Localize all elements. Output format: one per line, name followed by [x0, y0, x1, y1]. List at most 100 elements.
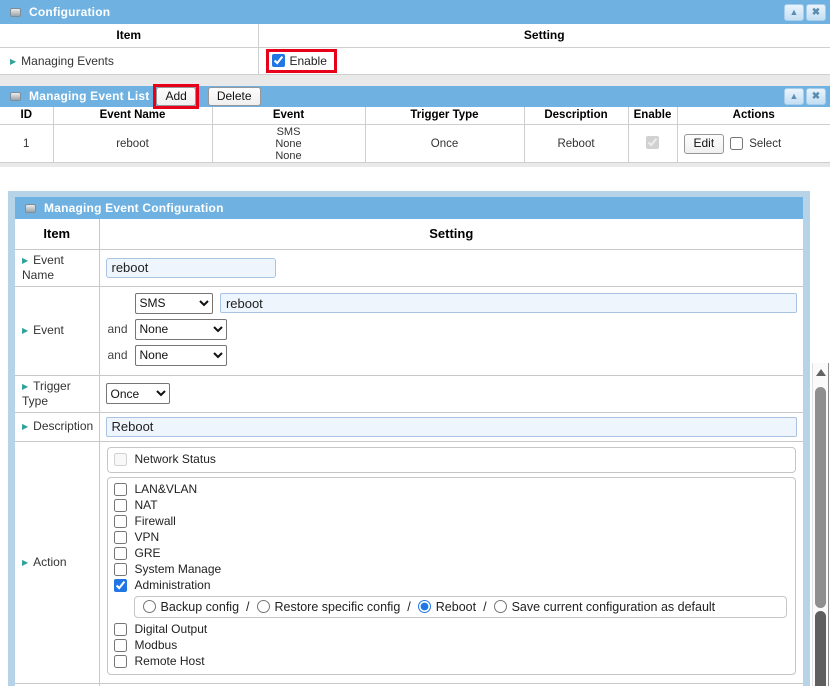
panel-title: Managing Event List — [29, 89, 149, 103]
event-and-select-1[interactable]: None — [135, 319, 227, 340]
action-option-modbus[interactable]: Modbus — [114, 638, 790, 653]
edit-button[interactable]: Edit — [684, 134, 725, 154]
administration-checkbox[interactable] — [114, 579, 127, 592]
gre-checkbox[interactable] — [114, 547, 127, 560]
and-label: and — [106, 322, 128, 336]
event-list-header: Managing Event List Add Delete ▲ ✖ — [0, 86, 830, 107]
reboot-radio[interactable] — [418, 600, 431, 613]
screen: Configuration ▲ ✖ Item Setting ▶Managing… — [0, 0, 830, 686]
triangle-bullet-icon: ▶ — [22, 382, 28, 391]
collapse-icon[interactable]: ▲ — [784, 4, 804, 21]
scrollbar-thumb-lower[interactable] — [815, 611, 826, 686]
vpn-checkbox[interactable] — [114, 531, 127, 544]
collapse-icon[interactable]: ▲ — [784, 88, 804, 105]
option-separator: / — [483, 600, 486, 614]
event-type-select[interactable]: SMS — [135, 293, 213, 314]
remote-host-checkbox[interactable] — [114, 655, 127, 668]
event-value-input[interactable] — [220, 293, 797, 313]
nat-checkbox[interactable] — [114, 499, 127, 512]
triangle-bullet-icon: ▶ — [22, 558, 28, 567]
highlight-box-add: Add — [153, 84, 198, 109]
enable-label: Enable — [290, 54, 327, 68]
action-setting: Network Status LAN&VLAN NAT — [99, 441, 803, 683]
action-option-lanvlan[interactable]: LAN&VLAN — [114, 482, 790, 497]
table-header-row: ID Event Name Event Trigger Type Descrip… — [0, 107, 830, 125]
action-option-system-manage[interactable]: System Manage — [114, 562, 790, 577]
administration-options-box: Backup config / Restore specific config … — [134, 596, 788, 618]
radio-reboot[interactable]: Reboot — [418, 600, 476, 614]
system-manage-checkbox[interactable] — [114, 563, 127, 576]
action-option-nat[interactable]: NAT — [114, 498, 790, 513]
radio-restore-specific-config[interactable]: Restore specific config — [257, 600, 401, 614]
event-config-section: Managing Event Configuration Item Settin… — [0, 191, 830, 686]
managing-events-enable-checkbox[interactable] — [272, 54, 285, 67]
event-type-line: SMS — [106, 293, 798, 314]
event-name-setting — [99, 249, 803, 286]
cell-trigger-type: Once — [365, 125, 524, 163]
event-config-table: Item Setting ▶Event Name ▶Event — [15, 219, 803, 686]
event-setting: SMS and None and — [99, 286, 803, 375]
radio-save-current-config[interactable]: Save current configuration as default — [494, 600, 716, 614]
row-select-checkbox[interactable] — [730, 137, 743, 150]
delete-button[interactable]: Delete — [208, 87, 261, 106]
spacer — [0, 167, 830, 191]
configuration-table: Item Setting ▶Managing Events Enable — [0, 24, 830, 75]
event-and-line: and None — [106, 345, 798, 366]
table-row: 1 reboot SMS None None Once Reboot Edit … — [0, 125, 830, 163]
trigger-type-label: ▶Trigger Type — [15, 375, 99, 412]
column-header-item: Item — [15, 219, 99, 249]
column-header-event: Event — [212, 107, 365, 125]
close-icon[interactable]: ✖ — [806, 4, 826, 21]
event-name-input[interactable] — [106, 258, 276, 278]
managing-events-row: ▶Managing Events Enable — [0, 47, 830, 74]
event-label: ▶Event — [15, 286, 99, 375]
backup-config-radio[interactable] — [143, 600, 156, 613]
event-list-panel: Managing Event List Add Delete ▲ ✖ ID Ev… — [0, 86, 830, 168]
action-option-gre[interactable]: GRE — [114, 546, 790, 561]
scrollbar-up-arrow-icon[interactable] — [816, 369, 826, 376]
restore-config-radio[interactable] — [257, 600, 270, 613]
trigger-type-row: ▶Trigger Type Once — [15, 375, 803, 412]
firewall-checkbox[interactable] — [114, 515, 127, 528]
event-config-header: Managing Event Configuration — [15, 197, 803, 219]
column-header-enable: Enable — [628, 107, 677, 125]
action-option-administration[interactable]: Administration — [114, 578, 790, 593]
add-button[interactable]: Add — [156, 87, 195, 106]
column-header-trigger-type: Trigger Type — [365, 107, 524, 125]
event-name-label: ▶Event Name — [15, 249, 99, 286]
action-option-digital-output[interactable]: Digital Output — [114, 622, 790, 637]
close-icon[interactable]: ✖ — [806, 88, 826, 105]
cell-description: Reboot — [524, 125, 628, 163]
action-option-firewall[interactable]: Firewall — [114, 514, 790, 529]
event-list-table: ID Event Name Event Trigger Type Descrip… — [0, 107, 830, 164]
column-header-event-name: Event Name — [53, 107, 212, 125]
lanvlan-checkbox[interactable] — [114, 483, 127, 496]
event-name-row: ▶Event Name — [15, 249, 803, 286]
panel-title: Configuration — [29, 5, 110, 19]
modbus-checkbox[interactable] — [114, 639, 127, 652]
scrollbar-thumb[interactable] — [815, 387, 826, 608]
event-and-select-2[interactable]: None — [135, 345, 227, 366]
trigger-type-setting: Once — [99, 375, 803, 412]
row-enable-checkbox — [646, 136, 659, 149]
and-label: and — [106, 348, 128, 362]
column-header-setting: Setting — [258, 24, 830, 47]
column-header-actions: Actions — [677, 107, 830, 125]
description-input[interactable] — [106, 417, 798, 437]
radio-backup-config[interactable]: Backup config — [143, 600, 240, 614]
digital-output-checkbox[interactable] — [114, 623, 127, 636]
action-option-vpn[interactable]: VPN — [114, 530, 790, 545]
vertical-scrollbar[interactable] — [812, 363, 829, 686]
description-row: ▶Description — [15, 412, 803, 441]
event-line: SMS — [213, 126, 365, 138]
table-header-row: Item Setting — [15, 219, 803, 249]
panel-title: Managing Event Configuration — [44, 201, 224, 215]
save-config-default-radio[interactable] — [494, 600, 507, 613]
cell-id: 1 — [0, 125, 53, 163]
action-option-remote-host[interactable]: Remote Host — [114, 654, 790, 669]
triangle-bullet-icon: ▶ — [22, 326, 28, 335]
table-header-row: Item Setting — [0, 24, 830, 47]
managing-events-enable[interactable]: Enable — [269, 52, 334, 70]
network-status-option: Network Status — [114, 452, 790, 467]
trigger-type-select[interactable]: Once — [106, 383, 170, 404]
